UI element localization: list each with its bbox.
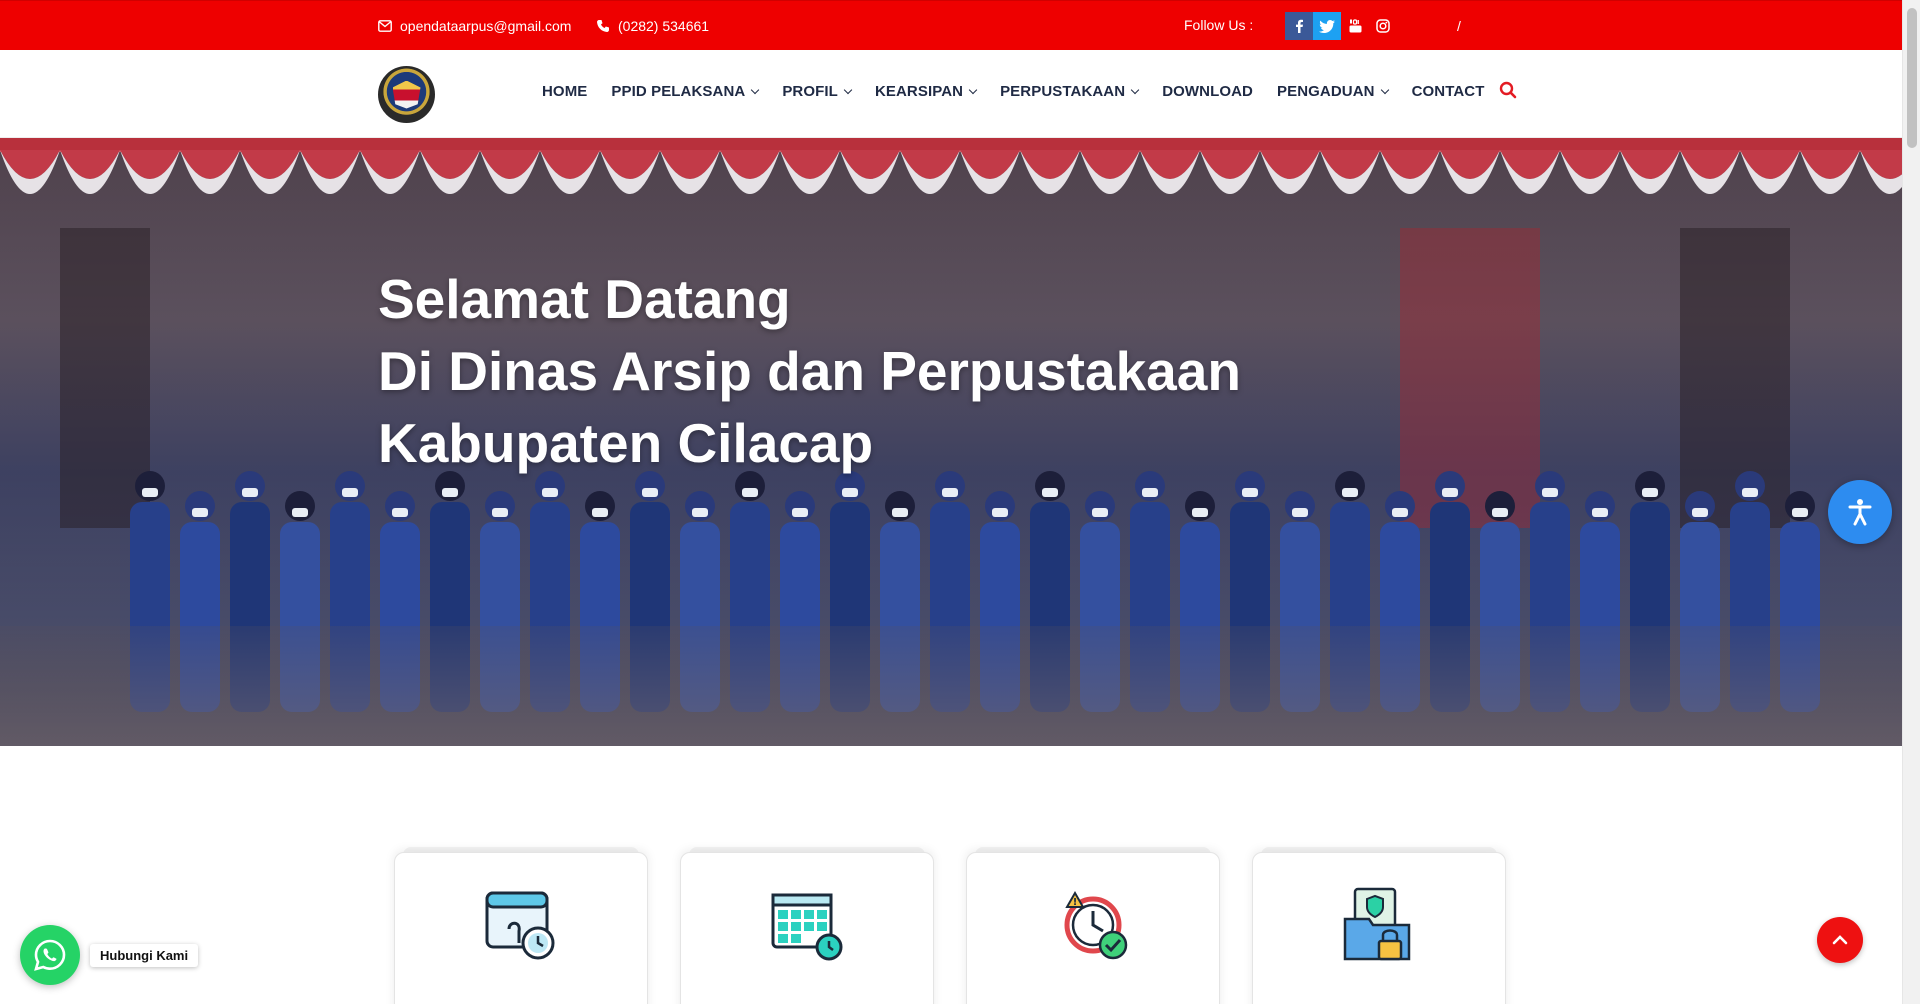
contact-email[interactable]: opendataarpus@gmail.com [378,18,571,34]
page-scrollbar[interactable] [1902,0,1920,1004]
feature-card[interactable] [1252,847,1506,1004]
nav-ppid-pelaksana-label: PPID PELAKSANA [611,83,746,100]
hero-line-1: Selamat Datang [378,268,791,330]
nav-kearsipan[interactable]: KEARSIPAN [874,83,978,100]
whatsapp-button[interactable] [20,925,80,985]
accessibility-button[interactable] [1828,480,1892,544]
chevron-down-icon [843,85,853,94]
calendar-clock-icon [485,891,555,960]
chevron-down-icon [1130,85,1140,94]
nav-contact[interactable]: CONTACT [1412,83,1485,100]
whatsapp-icon [34,939,66,971]
envelope-icon [378,20,392,32]
nav-pengaduan[interactable]: PENGADUAN [1276,83,1389,100]
hero-heading: Selamat Datang Di Dinas Arsip dan Perpus… [378,263,1241,479]
feature-card[interactable]: ! [966,847,1220,1004]
contact-phone[interactable]: (0282) 534661 [596,18,709,34]
nav-perpustakaan-label: PERPUSTAKAAN [1000,83,1126,100]
chevron-down-icon [968,85,978,94]
follow-us-label: Follow Us : [1184,17,1254,33]
feature-cards: ! [394,847,1506,1004]
nav-ppid-pelaksana[interactable]: PPID PELAKSANA [611,83,760,100]
phone-icon [597,20,609,32]
secure-folder-icon [1343,887,1411,961]
nav-perpustakaan[interactable]: PERPUSTAKAAN [1000,83,1140,100]
hero-banner: Selamat Datang Di Dinas Arsip dan Perpus… [0,138,1902,746]
nav-home-label: HOME [542,83,588,100]
chevron-down-icon [1380,85,1389,94]
email-text: opendataarpus@gmail.com [400,18,572,34]
hero-line-3: Kabupaten Cilacap [378,412,874,474]
nav-contact-label: CONTACT [1411,83,1485,100]
site-logo[interactable] [378,66,435,123]
twitter-icon[interactable] [1313,12,1341,40]
chevron-up-icon [1832,935,1848,945]
language-separator: / [1457,18,1461,34]
nav-home[interactable]: HOME [542,83,587,100]
calendar-grid-icon [771,893,843,961]
youtube-icon[interactable] [1341,12,1369,40]
chevron-down-icon [751,85,760,94]
courtyard-ground [0,626,1902,746]
social-links [1285,12,1397,40]
nav-profil-label: PROFIL [782,83,838,100]
feature-card[interactable] [394,847,648,1004]
main-navbar: HOME PPID PELAKSANA PROFIL KEARSIPAN PER… [0,50,1902,138]
nav-download-label: DOWNLOAD [1162,83,1253,100]
search-icon[interactable] [1499,81,1517,99]
alarm-check-icon: ! [1064,890,1128,960]
accessibility-icon [1848,499,1872,526]
facebook-icon[interactable] [1285,12,1313,40]
nav-profil[interactable]: PROFIL [782,83,853,100]
top-bar: opendataarpus@gmail.com (0282) 534661 Fo… [0,0,1902,50]
main-menu: HOME PPID PELAKSANA PROFIL KEARSIPAN PER… [542,83,1508,100]
emblem-icon [392,80,421,109]
scrollbar-thumb[interactable] [1907,8,1917,148]
nav-download[interactable]: DOWNLOAD [1162,83,1253,100]
feature-card[interactable] [680,847,934,1004]
hero-line-2: Di Dinas Arsip dan Perpustakaan [378,340,1241,402]
svg-text:!: ! [1073,897,1078,908]
whatsapp-label[interactable]: Hubungi Kami [90,944,199,967]
instagram-icon[interactable] [1369,12,1397,40]
nav-kearsipan-label: KEARSIPAN [874,83,964,100]
back-to-top-button[interactable] [1817,917,1863,963]
phone-text: (0282) 534661 [618,18,710,34]
hero-background-image [0,138,1902,194]
nav-pengaduan-label: PENGADUAN [1276,83,1375,100]
